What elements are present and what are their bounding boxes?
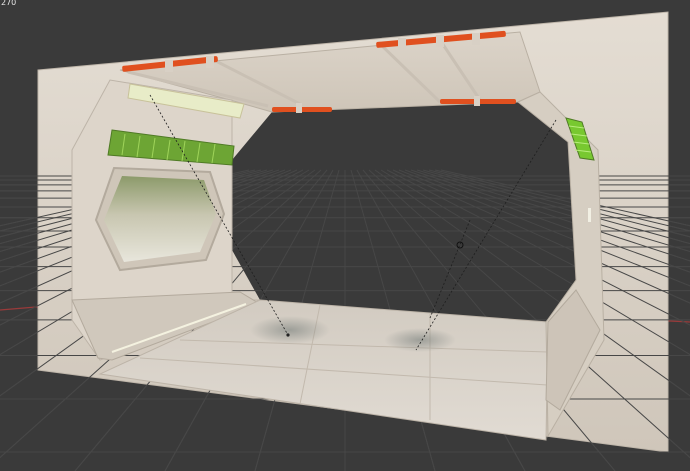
wall-light-small <box>588 208 591 222</box>
tunnel-opening <box>232 102 576 322</box>
frame-counter: 270 <box>1 0 17 7</box>
floor-stain-right <box>384 328 456 352</box>
corridor-scene[interactable] <box>0 0 690 471</box>
origin-marker[interactable] <box>286 333 290 337</box>
3d-viewport[interactable]: 270 <box>0 0 690 471</box>
hex-window-glass <box>104 176 216 262</box>
floor-stain-left <box>250 316 330 344</box>
